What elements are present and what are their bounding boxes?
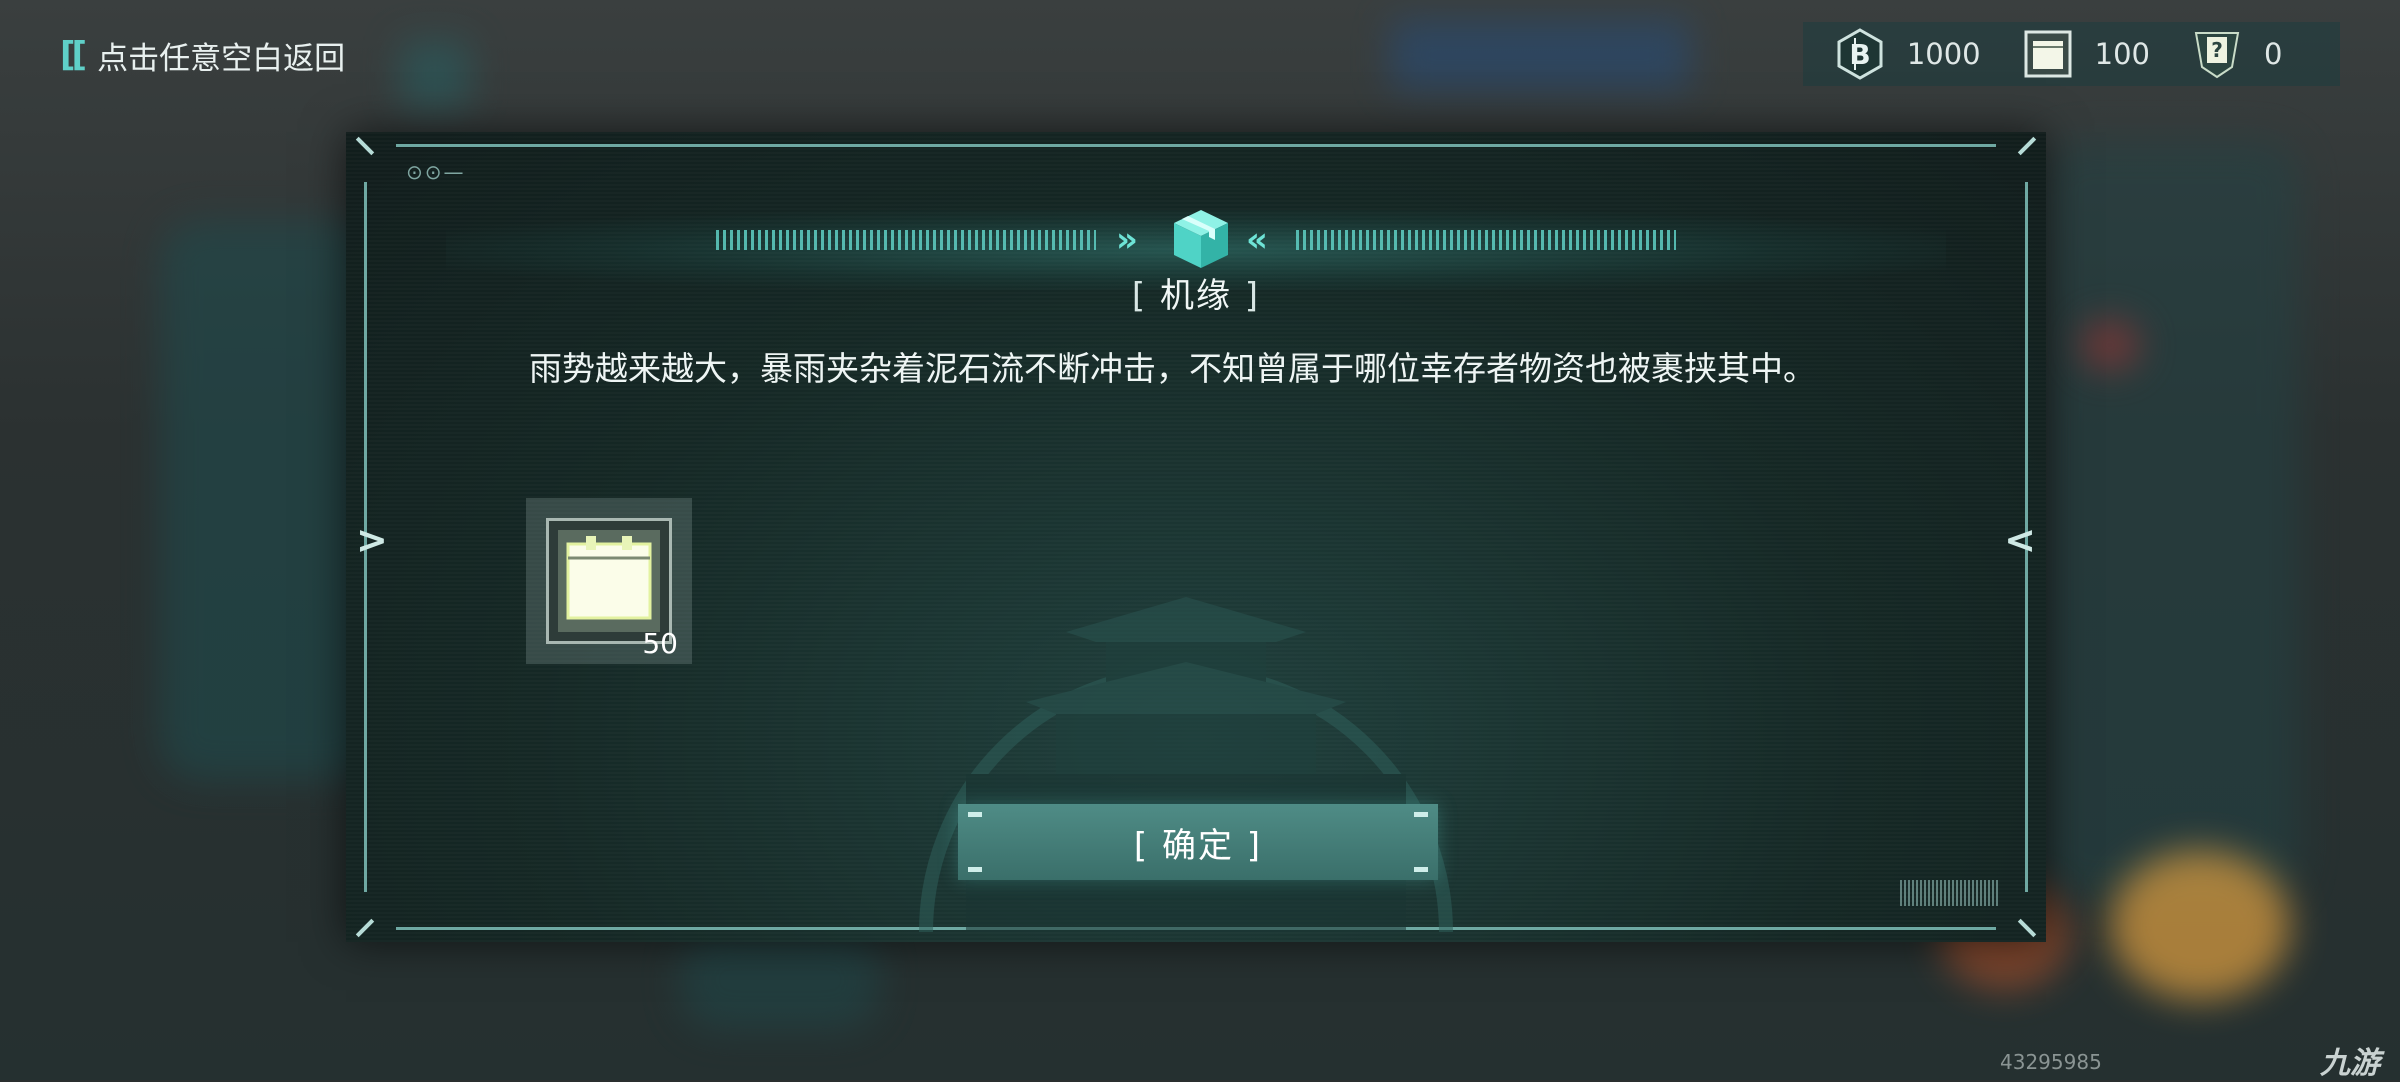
- watermark-logo-text: 九游: [2320, 1046, 2380, 1081]
- resource-card: ? 0: [2190, 27, 2310, 81]
- story-text: 雨势越来越大，暴雨夹杂着泥石流不断冲击，不知曾属于哪位幸存者物资也被裹挟其中。: [529, 349, 1816, 388]
- question-card-icon: ?: [2190, 27, 2244, 81]
- dialog-title-text: 机缘: [1160, 276, 1232, 316]
- corner-mark: [355, 136, 375, 156]
- bg-blur-panel: [2040, 140, 2300, 900]
- watermark-id: 43295985: [2000, 1050, 2102, 1074]
- stripe-decoration: [1296, 230, 1676, 250]
- corner-mark: [2017, 918, 2037, 938]
- confirm-button[interactable]: [ 确定 ]: [958, 804, 1438, 880]
- corner-mark: [355, 918, 375, 938]
- bg-blur-button: [400, 40, 470, 110]
- resource-bar: B 1000 100 ? 0: [1802, 22, 2340, 86]
- confirm-label: [ 确定 ]: [1133, 825, 1263, 866]
- double-chevron-left-icon: «: [1246, 220, 1268, 260]
- svg-text:B: B: [1849, 38, 1870, 71]
- coin-value: 1000: [1906, 37, 1981, 71]
- resource-coin: B 1000: [1833, 27, 1981, 81]
- button-corner: [968, 867, 982, 872]
- button-corner: [968, 812, 982, 817]
- dots-decoration: ⊙⊙—: [406, 160, 466, 184]
- button-corner: [1414, 812, 1428, 817]
- back-hint[interactable]: [[ 点击任意空白返回: [60, 30, 345, 80]
- corner-mark: [2017, 136, 2037, 156]
- bracket-icon: [[: [60, 35, 87, 75]
- bg-blur-button: [1390, 20, 1690, 90]
- watermark-logo: 九游: [2320, 1038, 2380, 1082]
- chevron-right-icon: >: [356, 518, 388, 562]
- resource-supply: 100: [2021, 27, 2150, 81]
- supply-crate-icon: [2021, 27, 2075, 81]
- supply-crate-icon: [546, 518, 672, 644]
- button-corner: [1414, 867, 1428, 872]
- supply-value: 100: [2094, 37, 2150, 71]
- dialog-title: [ 机缘 ]: [1131, 276, 1261, 316]
- barcode-decoration: [1900, 880, 2000, 906]
- bg-blur-badge: [2080, 320, 2140, 370]
- bg-blur-orb: [2110, 850, 2290, 1000]
- bg-blur-panel: [680, 930, 880, 1030]
- back-hint-label: 点击任意空白返回: [97, 40, 346, 77]
- chevron-left-icon: <: [2004, 518, 2036, 562]
- reward-dialog: > < ⊙⊙— » « [ 机缘 ] 雨势越来越大，暴雨夹杂着泥石流不断冲击，不…: [346, 132, 2046, 942]
- reward-count: 50: [642, 627, 678, 660]
- frame-line: [396, 144, 1996, 147]
- card-value: 0: [2264, 37, 2283, 71]
- package-box-icon: [1174, 210, 1228, 268]
- reward-item[interactable]: 50: [526, 498, 692, 664]
- double-chevron-right-icon: »: [1116, 220, 1138, 260]
- stripe-decoration: [716, 230, 1096, 250]
- coin-b-icon: B: [1833, 27, 1887, 81]
- svg-text:?: ?: [2211, 38, 2223, 62]
